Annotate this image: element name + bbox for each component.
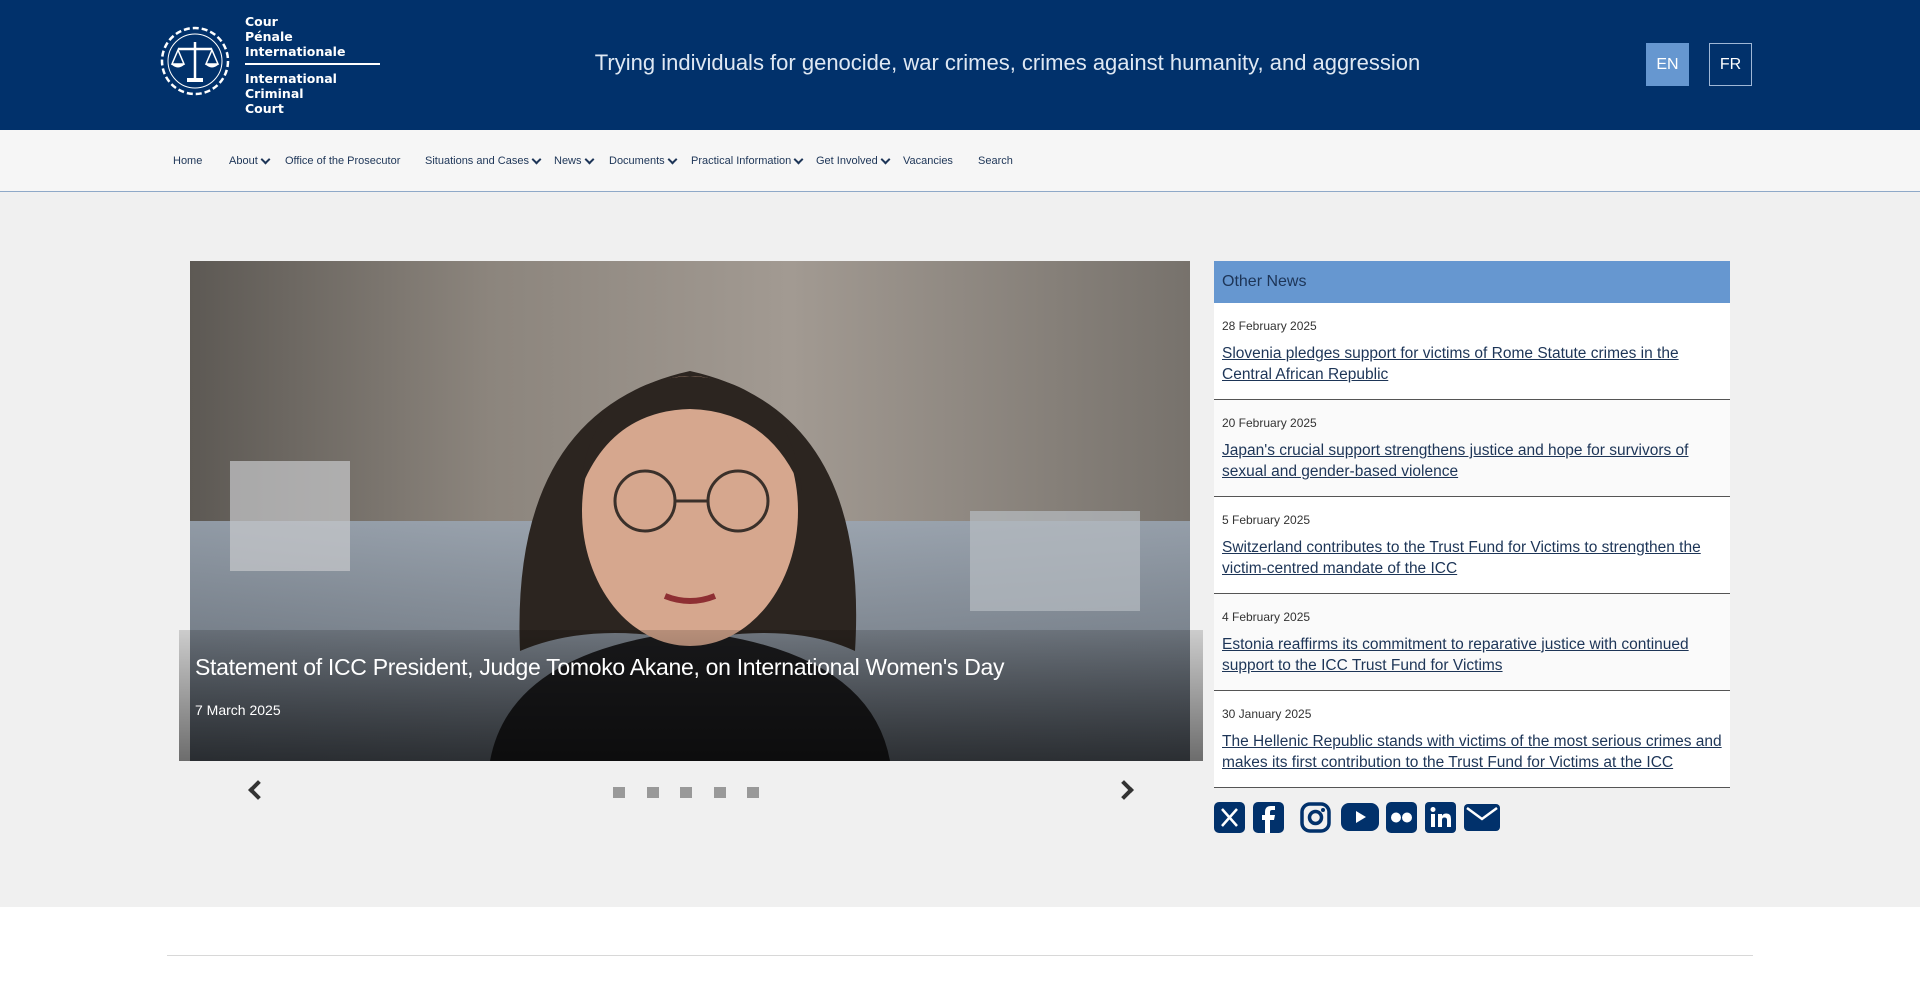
nav-label: Search	[978, 155, 1013, 167]
scales-of-justice-icon	[160, 26, 230, 96]
nav-item-news[interactable]: News	[554, 130, 594, 192]
youtube-icon[interactable]	[1341, 801, 1379, 833]
nav-label: News	[554, 155, 582, 167]
nav-item-vacancies[interactable]: Vacancies	[903, 130, 953, 192]
nav-item-about[interactable]: About	[229, 130, 271, 192]
x-icon[interactable]	[1214, 801, 1245, 833]
slider-dot[interactable]	[747, 787, 759, 798]
logo-divider	[245, 63, 380, 65]
page-footer	[0, 907, 1920, 993]
nav-item-documents[interactable]: Documents	[609, 130, 678, 192]
logo-line: Internationale	[245, 44, 346, 59]
news-link[interactable]: The Hellenic Republic stands with victim…	[1222, 731, 1722, 773]
slide-date: 7 March 2025	[195, 702, 281, 718]
news-link[interactable]: Switzerland contributes to the Trust Fun…	[1222, 537, 1722, 579]
chevron-down-icon	[880, 154, 891, 164]
news-date: 20 February 2025	[1222, 416, 1317, 430]
nav-label: Documents	[609, 155, 665, 167]
news-date: 4 February 2025	[1222, 610, 1311, 624]
news-date: 5 February 2025	[1222, 513, 1311, 527]
slider-dot[interactable]	[714, 787, 726, 798]
other-news-heading: Other News	[1214, 261, 1730, 303]
logo-line: Court	[245, 101, 284, 116]
chevron-down-icon	[667, 154, 678, 164]
news-list-item: 30 January 2025 The Hellenic Republic st…	[1214, 691, 1730, 788]
news-date: 30 January 2025	[1222, 707, 1312, 721]
instagram-icon[interactable]	[1300, 801, 1331, 833]
nav-item-get-involved[interactable]: Get Involved	[816, 130, 891, 192]
language-en-button[interactable]: EN	[1646, 43, 1689, 86]
nav-label: Situations and Cases	[425, 155, 529, 167]
logo-line: International	[245, 71, 337, 86]
linkedin-icon[interactable]	[1425, 801, 1456, 833]
main-navigation: Home About Office of the Prosecutor Situ…	[0, 130, 1920, 192]
nav-item-home[interactable]: Home	[173, 130, 202, 192]
nav-item-search[interactable]: Search	[978, 130, 1013, 192]
nav-item-office-of-the-prosecutor[interactable]: Office of the Prosecutor	[285, 130, 400, 192]
logo-text-french: Cour Pénale Internationale	[245, 14, 385, 59]
site-header: Cour Pénale Internationale International…	[0, 0, 1920, 130]
chevron-down-icon	[584, 154, 594, 164]
news-list-item: 28 February 2025 Slovenia pledges suppor…	[1214, 303, 1730, 400]
slide-caption-overlay	[179, 630, 1203, 761]
slider-dot[interactable]	[647, 787, 659, 798]
logo-line: Criminal	[245, 86, 304, 101]
news-date: 28 February 2025	[1222, 319, 1317, 333]
news-list-item: 5 February 2025 Switzerland contributes …	[1214, 497, 1730, 594]
nav-label: Get Involved	[816, 155, 878, 167]
nav-label: Office of the Prosecutor	[285, 155, 401, 167]
news-link[interactable]: Estonia reaffirms its commitment to repa…	[1222, 634, 1722, 676]
chevron-down-icon	[260, 154, 271, 164]
nav-label: Home	[173, 155, 203, 167]
flickr-icon[interactable]	[1386, 801, 1417, 833]
nav-item-practical-information[interactable]: Practical Information	[691, 130, 804, 192]
email-icon[interactable]	[1464, 801, 1500, 833]
news-list-item: 4 February 2025 Estonia reaffirms its co…	[1214, 594, 1730, 691]
nav-label: Vacancies	[903, 155, 953, 167]
news-link[interactable]: Slovenia pledges support for victims of …	[1222, 343, 1722, 385]
language-fr-button[interactable]: FR	[1709, 43, 1752, 86]
news-list-item: 20 February 2025 Japan's crucial support…	[1214, 400, 1730, 497]
other-news-panel: Other News 28 February 2025 Slovenia ple…	[1214, 261, 1730, 788]
chevron-down-icon	[531, 154, 542, 164]
footer-divider	[167, 955, 1753, 956]
slider-next-button[interactable]	[1112, 774, 1142, 806]
slider-dot[interactable]	[613, 787, 625, 798]
chevron-right-icon	[1114, 780, 1134, 800]
icc-logo[interactable]: Cour Pénale Internationale International…	[158, 14, 388, 118]
news-link[interactable]: Japan's crucial support strengthens just…	[1222, 440, 1722, 482]
nav-item-situations-and-cases[interactable]: Situations and Cases	[425, 130, 542, 192]
news-list: 28 February 2025 Slovenia pledges suppor…	[1214, 303, 1730, 788]
site-tagline: Trying individuals for genocide, war cri…	[594, 50, 1421, 75]
slide-title[interactable]: Statement of ICC President, Judge Tomoko…	[195, 654, 1005, 681]
logo-line: Pénale	[245, 29, 293, 44]
nav-label: Practical Information	[691, 155, 792, 167]
slider-dot[interactable]	[680, 787, 692, 798]
nav-label: About	[229, 155, 258, 167]
logo-line: Cour	[245, 14, 278, 29]
chevron-left-icon	[248, 780, 268, 800]
chevron-down-icon	[793, 154, 804, 164]
facebook-icon[interactable]	[1253, 801, 1284, 833]
slider-prev-button[interactable]	[240, 774, 270, 806]
logo-text-english: International Criminal Court	[245, 71, 385, 116]
